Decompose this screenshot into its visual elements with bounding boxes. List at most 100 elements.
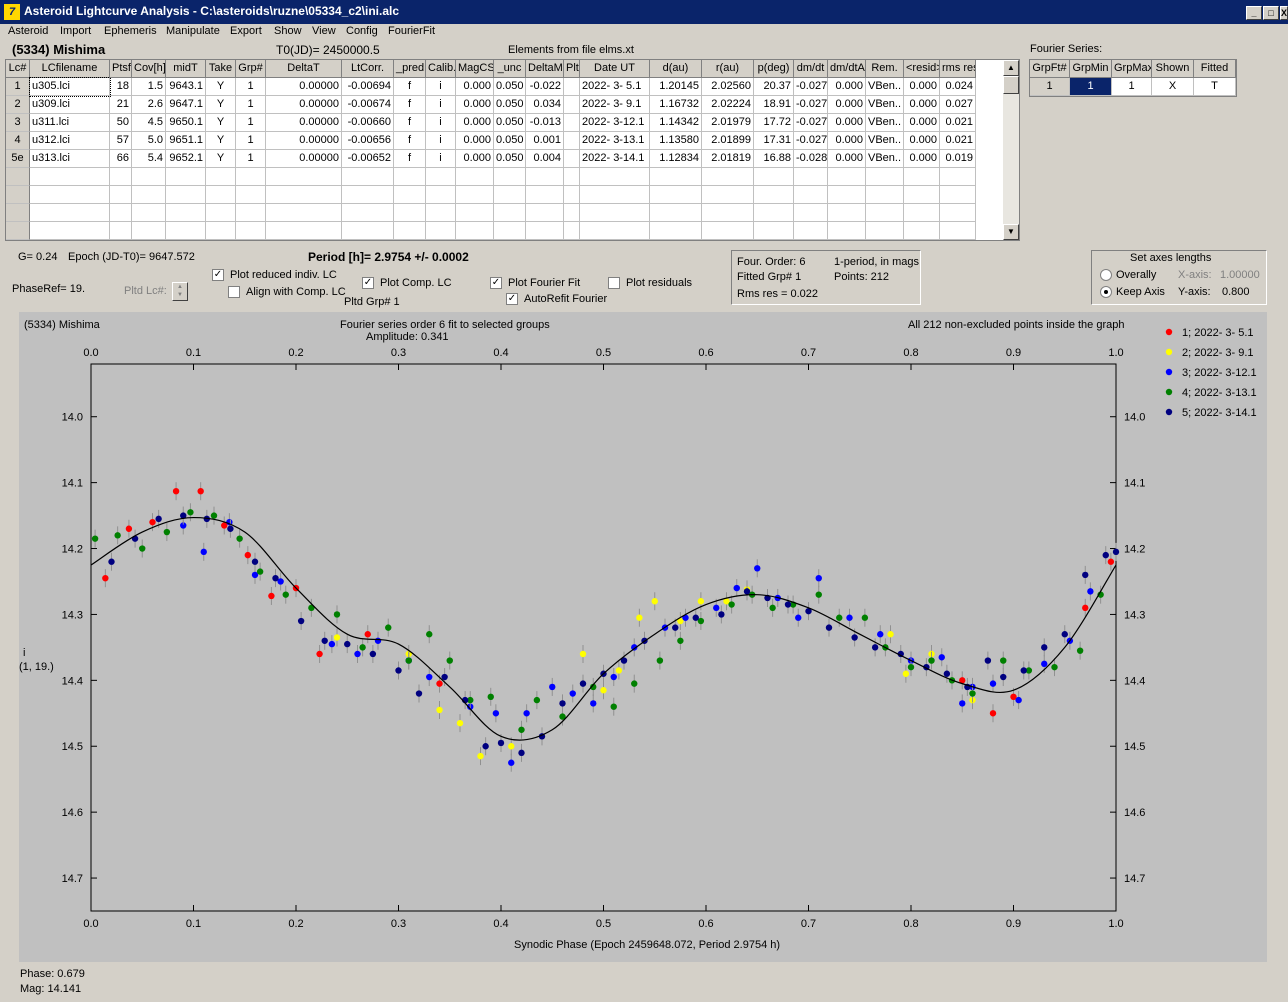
- table-cell[interactable]: -0.00660: [342, 114, 394, 132]
- column-header[interactable]: dm/dtA: [828, 60, 866, 78]
- table-cell[interactable]: 0.050: [494, 114, 526, 132]
- empty-cell[interactable]: [394, 204, 426, 222]
- empty-cell[interactable]: [794, 168, 828, 186]
- table-cell[interactable]: 2.01899: [702, 132, 754, 150]
- empty-cell[interactable]: [866, 168, 904, 186]
- empty-cell[interactable]: [30, 186, 110, 204]
- empty-cell[interactable]: [580, 186, 650, 204]
- table-cell[interactable]: 1.16732: [650, 96, 702, 114]
- table-cell[interactable]: 0.024: [940, 78, 976, 96]
- table-cell[interactable]: f: [394, 114, 426, 132]
- table-cell[interactable]: i: [426, 114, 456, 132]
- table-cell[interactable]: 50: [110, 114, 132, 132]
- empty-cell[interactable]: [342, 222, 394, 240]
- table-cell[interactable]: 0.000: [904, 150, 940, 168]
- table-cell[interactable]: Y: [206, 96, 236, 114]
- table-cell[interactable]: 0.000: [456, 150, 494, 168]
- table-cell[interactable]: 1: [236, 132, 266, 150]
- table-cell[interactable]: 0.027: [940, 96, 976, 114]
- table-cell[interactable]: VBen..: [866, 96, 904, 114]
- empty-cell[interactable]: [702, 186, 754, 204]
- column-header[interactable]: LtCorr.: [342, 60, 394, 78]
- empty-cell[interactable]: [828, 204, 866, 222]
- table-cell[interactable]: -0.00656: [342, 132, 394, 150]
- fourier-column-header[interactable]: Shown: [1152, 60, 1194, 78]
- column-header[interactable]: <resid>: [904, 60, 940, 78]
- empty-cell[interactable]: [564, 168, 580, 186]
- table-cell[interactable]: 0.000: [456, 114, 494, 132]
- checkbox-box[interactable]: [228, 286, 240, 298]
- checkbox-box[interactable]: ✓: [506, 293, 518, 305]
- empty-cell[interactable]: [828, 222, 866, 240]
- table-cell[interactable]: -0.00694: [342, 78, 394, 96]
- table-cell[interactable]: 0.021: [940, 114, 976, 132]
- empty-cell[interactable]: [866, 222, 904, 240]
- maximize-button[interactable]: □: [1263, 6, 1279, 20]
- table-cell[interactable]: 5.0: [132, 132, 166, 150]
- empty-cell[interactable]: [904, 168, 940, 186]
- table-cell[interactable]: VBen..: [866, 150, 904, 168]
- table-cell[interactable]: 5.4: [132, 150, 166, 168]
- table-cell[interactable]: VBen..: [866, 78, 904, 96]
- pltd-lc-spinner[interactable]: ▲ ▼: [172, 282, 188, 301]
- overall-radio[interactable]: [1100, 269, 1112, 281]
- empty-cell[interactable]: [426, 204, 456, 222]
- table-cell[interactable]: -0.00674: [342, 96, 394, 114]
- table-cell[interactable]: [564, 132, 580, 150]
- empty-cell[interactable]: [456, 168, 494, 186]
- table-cell[interactable]: 4.5: [132, 114, 166, 132]
- column-header[interactable]: p(deg): [754, 60, 794, 78]
- column-header[interactable]: Ptsf: [110, 60, 132, 78]
- table-cell[interactable]: 9647.1: [166, 96, 206, 114]
- empty-cell[interactable]: [110, 204, 132, 222]
- table-cell[interactable]: 0.034: [526, 96, 564, 114]
- row-header[interactable]: 3: [6, 114, 30, 132]
- empty-cell[interactable]: [650, 168, 702, 186]
- column-header[interactable]: r(au): [702, 60, 754, 78]
- empty-cell[interactable]: [650, 186, 702, 204]
- table-cell[interactable]: 2.01819: [702, 150, 754, 168]
- empty-cell[interactable]: [394, 186, 426, 204]
- plot-panel[interactable]: (5334) Mishima Fourier series order 6 fi…: [19, 312, 1267, 962]
- empty-cell[interactable]: [426, 168, 456, 186]
- row-header[interactable]: [6, 204, 30, 222]
- table-cell[interactable]: 16.88: [754, 150, 794, 168]
- column-header[interactable]: Date UT: [580, 60, 650, 78]
- empty-cell[interactable]: [526, 222, 564, 240]
- table-cell[interactable]: 9650.1: [166, 114, 206, 132]
- empty-cell[interactable]: [794, 186, 828, 204]
- table-cell[interactable]: 2.01979: [702, 114, 754, 132]
- table-cell[interactable]: 18: [110, 78, 132, 96]
- column-header[interactable]: DeltaM: [526, 60, 564, 78]
- empty-cell[interactable]: [866, 186, 904, 204]
- fourier-cell[interactable]: T: [1194, 78, 1236, 96]
- fourier-column-header[interactable]: GrpMin: [1070, 60, 1112, 78]
- table-cell[interactable]: 0.019: [940, 150, 976, 168]
- table-cell[interactable]: VBen..: [866, 132, 904, 150]
- table-cell[interactable]: 20.37: [754, 78, 794, 96]
- empty-cell[interactable]: [110, 168, 132, 186]
- empty-cell[interactable]: [526, 186, 564, 204]
- table-cell[interactable]: -0.00652: [342, 150, 394, 168]
- empty-cell[interactable]: [828, 168, 866, 186]
- table-cell[interactable]: -0.027: [794, 132, 828, 150]
- table-cell[interactable]: 66: [110, 150, 132, 168]
- table-cell[interactable]: 1.5: [132, 78, 166, 96]
- empty-cell[interactable]: [580, 204, 650, 222]
- table-cell[interactable]: 1.20145: [650, 78, 702, 96]
- table-cell[interactable]: 2022- 3-13.1: [580, 132, 650, 150]
- column-header[interactable]: Plt: [564, 60, 580, 78]
- empty-cell[interactable]: [702, 222, 754, 240]
- row-header[interactable]: [6, 168, 30, 186]
- table-cell[interactable]: u305.lci: [29, 77, 111, 97]
- table-cell[interactable]: 0.000: [456, 78, 494, 96]
- table-cell[interactable]: 2022- 3-14.1: [580, 150, 650, 168]
- fourier-cell[interactable]: X: [1152, 78, 1194, 96]
- table-cell[interactable]: 0.00000: [266, 114, 342, 132]
- empty-cell[interactable]: [456, 204, 494, 222]
- empty-cell[interactable]: [110, 222, 132, 240]
- column-header[interactable]: Cov[h]: [132, 60, 166, 78]
- table-cell[interactable]: u309.lci: [30, 96, 110, 114]
- empty-cell[interactable]: [206, 204, 236, 222]
- empty-cell[interactable]: [702, 204, 754, 222]
